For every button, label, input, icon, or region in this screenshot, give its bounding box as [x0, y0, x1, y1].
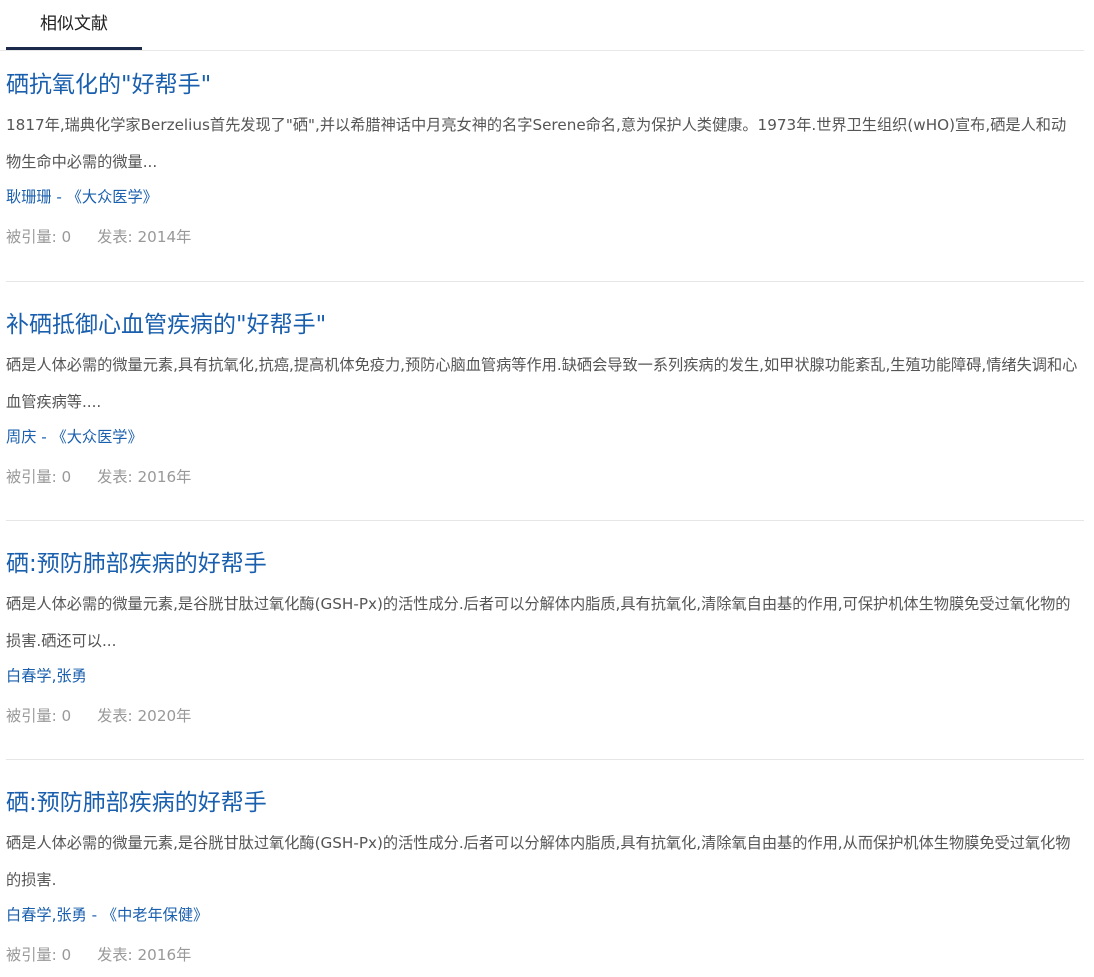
article-abstract: 硒是人体必需的微量元素,具有抗氧化,抗癌,提高机体免疫力,预防心脑血管病等作用.… [6, 356, 1078, 411]
tab-similar-literature[interactable]: 相似文献 [6, 0, 142, 50]
article-abstract: 硒是人体必需的微量元素,是谷胱甘肽过氧化酶(GSH-Px)的活性成分.后者可以分… [6, 595, 1071, 650]
article-meta: 被引量: 0 发表: 2014年 [6, 225, 191, 249]
article-meta: 被引量: 0 发表: 2020年 [6, 704, 191, 728]
publish-year: 发表: 2020年 [97, 707, 192, 725]
publish-year: 发表: 2016年 [97, 468, 192, 486]
divider [6, 281, 1084, 282]
similar-literature-panel: 相似文献 硒抗氧化的"好帮手" 1817年,瑞典化学家Berzelius首先发现… [0, 0, 1094, 977]
article-title-link[interactable]: 硒抗氧化的"好帮手" [6, 70, 211, 100]
article-authors-link[interactable]: 白春学,张勇 [6, 664, 87, 688]
article-authors-source-link[interactable]: 耿珊珊 - 《大众医学》 [6, 185, 158, 209]
tab-bar: 相似文献 [0, 0, 1084, 51]
article-meta: 被引量: 0 发表: 2016年 [6, 943, 191, 967]
citation-count: 被引量: 0 [6, 946, 72, 964]
article-title-link[interactable]: 硒:预防肺部疾病的好帮手 [6, 549, 267, 579]
article-abstract: 硒是人体必需的微量元素,是谷胱甘肽过氧化酶(GSH-Px)的活性成分.后者可以分… [6, 834, 1071, 889]
article-title-link[interactable]: 补硒抵御心血管疾病的"好帮手" [6, 310, 326, 340]
article-abstract: 1817年,瑞典化学家Berzelius首先发现了"硒",并以希腊神话中月亮女神… [6, 116, 1067, 171]
citation-count: 被引量: 0 [6, 228, 72, 246]
divider [6, 520, 1084, 521]
article-title-link[interactable]: 硒:预防肺部疾病的好帮手 [6, 788, 267, 818]
citation-count: 被引量: 0 [6, 468, 72, 486]
divider [6, 759, 1084, 760]
publish-year: 发表: 2016年 [97, 946, 192, 964]
article-authors-source-link[interactable]: 白春学,张勇 - 《中老年保健》 [6, 903, 208, 927]
publish-year: 发表: 2014年 [97, 228, 192, 246]
article-authors-source-link[interactable]: 周庆 - 《大众医学》 [6, 425, 143, 449]
article-meta: 被引量: 0 发表: 2016年 [6, 465, 191, 489]
citation-count: 被引量: 0 [6, 707, 72, 725]
